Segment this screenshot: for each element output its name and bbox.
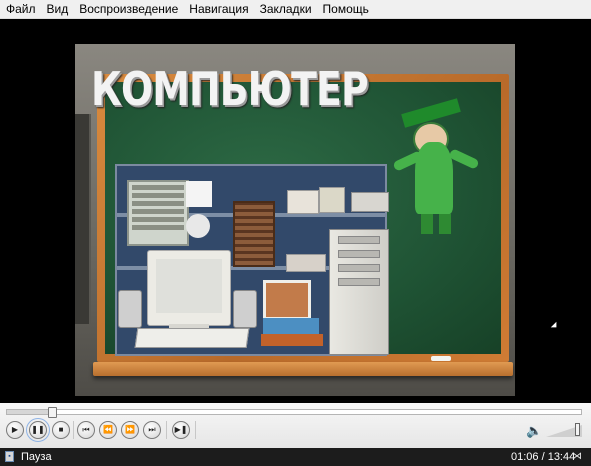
pause-icon: ❚❚ [31,425,45,434]
left-speaker-image [118,290,142,328]
book-image [263,318,319,334]
video-area[interactable]: КОМПЬЮТЕР [0,19,591,403]
menu-view[interactable]: Вид [41,0,74,19]
monitor-screen [156,259,222,313]
mouse-cursor-icon [550,321,560,331]
skip-next-icon: ⏭ [148,425,156,434]
right-speaker-image [233,290,257,328]
seek-bar[interactable] [6,409,582,415]
bowtie-speed-icon[interactable]: ⋈ [570,450,584,463]
seek-progress [7,410,53,414]
menu-file[interactable]: Файл [0,0,41,19]
monitor-image [147,250,231,326]
stop-icon: ■ [58,425,64,434]
cd-image [319,187,345,213]
volume-thumb[interactable] [575,423,581,436]
video-frame: КОМПЬЮТЕР [75,44,515,396]
toolbar-separator [195,421,196,439]
fast-forward-icon: ⏩ [125,425,135,434]
status-bar: ▪ Пауза 01:06 / 13:44 ⋈ [0,448,591,466]
pause-button[interactable]: ❚❚ [26,418,50,442]
play-button[interactable]: ▶ [6,421,24,439]
book-image [261,334,323,346]
play-icon: ▶ [11,425,19,434]
menu-playback[interactable]: Воспроизведение [73,0,183,19]
rewind-icon: ⏪ [103,425,113,434]
floppy-drive-image [351,192,389,212]
pie-chart-image [186,214,210,238]
fast-forward-button[interactable]: ⏩ [121,421,139,439]
professor-leg [439,214,451,234]
keyboard-image [134,328,250,348]
floppy-disk-image [287,190,319,214]
toolbar-separator [73,421,74,439]
next-button[interactable]: ⏭ [143,421,161,439]
abacus-image [233,201,275,267]
computer-tower-image [329,229,389,355]
time-display: 01:06 / 13:44 [511,451,576,463]
menu-bookmarks[interactable]: Закладки [254,0,317,19]
rewind-button[interactable]: ⏪ [99,421,117,439]
professor-leg [421,214,433,234]
skip-previous-icon: ⏮ [82,425,90,434]
menu-bar: Файл Вид Воспроизведение Навигация Закла… [0,0,591,19]
menu-navigation[interactable]: Навигация [183,0,253,19]
frame-step-button[interactable]: ▶❚ [172,421,190,439]
spreadsheet-chart-image [127,180,189,246]
playback-state: Пауза [21,451,52,463]
menu-help[interactable]: Помощь [317,0,374,19]
toolbar-separator [166,421,167,439]
previous-button[interactable]: ⏮ [77,421,95,439]
frame-step-icon: ▶❚ [174,425,188,434]
modem-image [286,254,326,272]
chalkboard-ledge [93,362,513,376]
speaker-icon[interactable]: 🔈 [526,423,542,439]
bar-graph-image [186,181,212,207]
seek-thumb[interactable] [48,407,58,418]
wall-panel [75,114,91,324]
stop-button[interactable]: ■ [52,421,70,439]
file-icon: ▪ [5,451,14,462]
framed-photo-image [263,280,311,320]
board-title: КОМПЬЮТЕР [91,62,369,116]
playback-controls: ▶ ❚❚ ■ ⏮ ⏪ ⏩ ⏭ ▶❚ 🔈 [0,403,591,448]
chalk-piece [431,356,451,361]
